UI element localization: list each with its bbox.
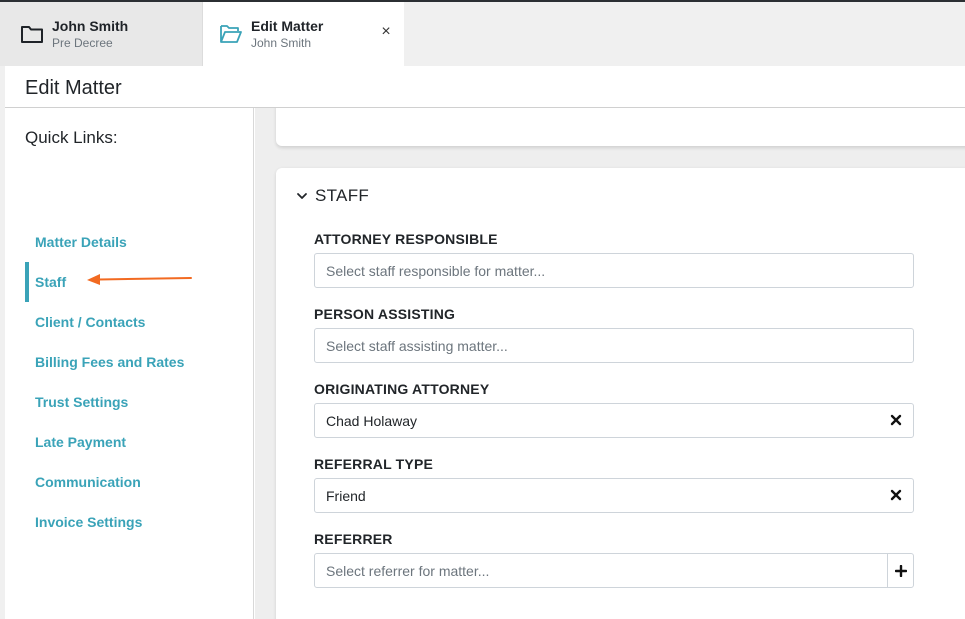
tab-edit-matter[interactable]: Edit Matter John Smith × <box>203 2 404 66</box>
attorney-responsible-label: ATTORNEY RESPONSIBLE <box>314 231 498 247</box>
plus-icon <box>894 564 907 577</box>
referral-type-label: REFERRAL TYPE <box>314 456 434 472</box>
folder-icon <box>20 22 44 46</box>
staff-section-title: STAFF <box>315 186 370 205</box>
referrer-placeholder: Select referrer for matter... <box>326 563 490 579</box>
originating-attorney-value: Chad Holaway <box>326 413 418 429</box>
person-assisting-select[interactable]: Select staff assisting matter... <box>314 328 914 363</box>
tab-subtitle: Pre Decree <box>52 36 113 50</box>
main-content[interactable]: STAFF ATTORNEY RESPONSIBLE Select staff … <box>255 108 965 619</box>
staff-section-card: STAFF ATTORNEY RESPONSIBLE Select staff … <box>276 168 965 619</box>
originating-attorney-label: ORIGINATING ATTORNEY <box>314 381 490 397</box>
quick-link-client-contacts[interactable]: Client / Contacts <box>25 302 245 342</box>
quick-link-communication[interactable]: Communication <box>25 462 245 502</box>
clear-icon[interactable] <box>889 413 903 427</box>
referral-type-value: Friend <box>326 488 366 504</box>
chevron-down-icon <box>297 193 307 199</box>
clear-icon[interactable] <box>889 488 903 502</box>
referrer-select[interactable]: Select referrer for matter... <box>314 553 914 588</box>
staff-section-toggle[interactable]: STAFF <box>296 186 369 206</box>
originating-attorney-select[interactable]: Chad Holaway <box>314 403 914 438</box>
page-title: Edit Matter <box>25 77 122 99</box>
quick-link-matter-details[interactable]: Matter Details <box>25 222 245 262</box>
quick-links-sidebar: Quick Links: Matter Details Staff Client… <box>5 108 254 619</box>
quick-link-billing-fees-rates[interactable]: Billing Fees and Rates <box>25 342 245 382</box>
attorney-responsible-select[interactable]: Select staff responsible for matter... <box>314 253 914 288</box>
quick-link-trust-settings[interactable]: Trust Settings <box>25 382 245 422</box>
person-assisting-label: PERSON ASSISTING <box>314 306 456 322</box>
annotation-arrow-icon <box>87 274 192 285</box>
referral-type-select[interactable]: Friend <box>314 478 914 513</box>
tab-title: John Smith <box>52 18 129 34</box>
quick-link-late-payment[interactable]: Late Payment <box>25 422 245 462</box>
add-referrer-button[interactable] <box>887 554 913 587</box>
referrer-label: REFERRER <box>314 531 393 547</box>
person-assisting-placeholder: Select staff assisting matter... <box>326 338 508 354</box>
previous-section-card <box>276 108 965 146</box>
folder-open-icon <box>219 22 243 46</box>
tab-title: Edit Matter <box>251 18 324 34</box>
tab-john-smith[interactable]: John Smith Pre Decree <box>0 2 203 66</box>
close-tab-icon[interactable]: × <box>378 24 394 40</box>
page-header: Edit Matter <box>5 66 965 108</box>
edit-matter-page: Edit Matter Quick Links: Matter Details … <box>5 66 965 619</box>
quick-link-invoice-settings[interactable]: Invoice Settings <box>25 502 245 542</box>
tab-subtitle: John Smith <box>251 36 312 50</box>
quick-links-title: Quick Links: <box>25 128 118 147</box>
attorney-responsible-placeholder: Select staff responsible for matter... <box>326 263 546 279</box>
tab-bar: John Smith Pre Decree Edit Matter John S… <box>0 2 965 66</box>
